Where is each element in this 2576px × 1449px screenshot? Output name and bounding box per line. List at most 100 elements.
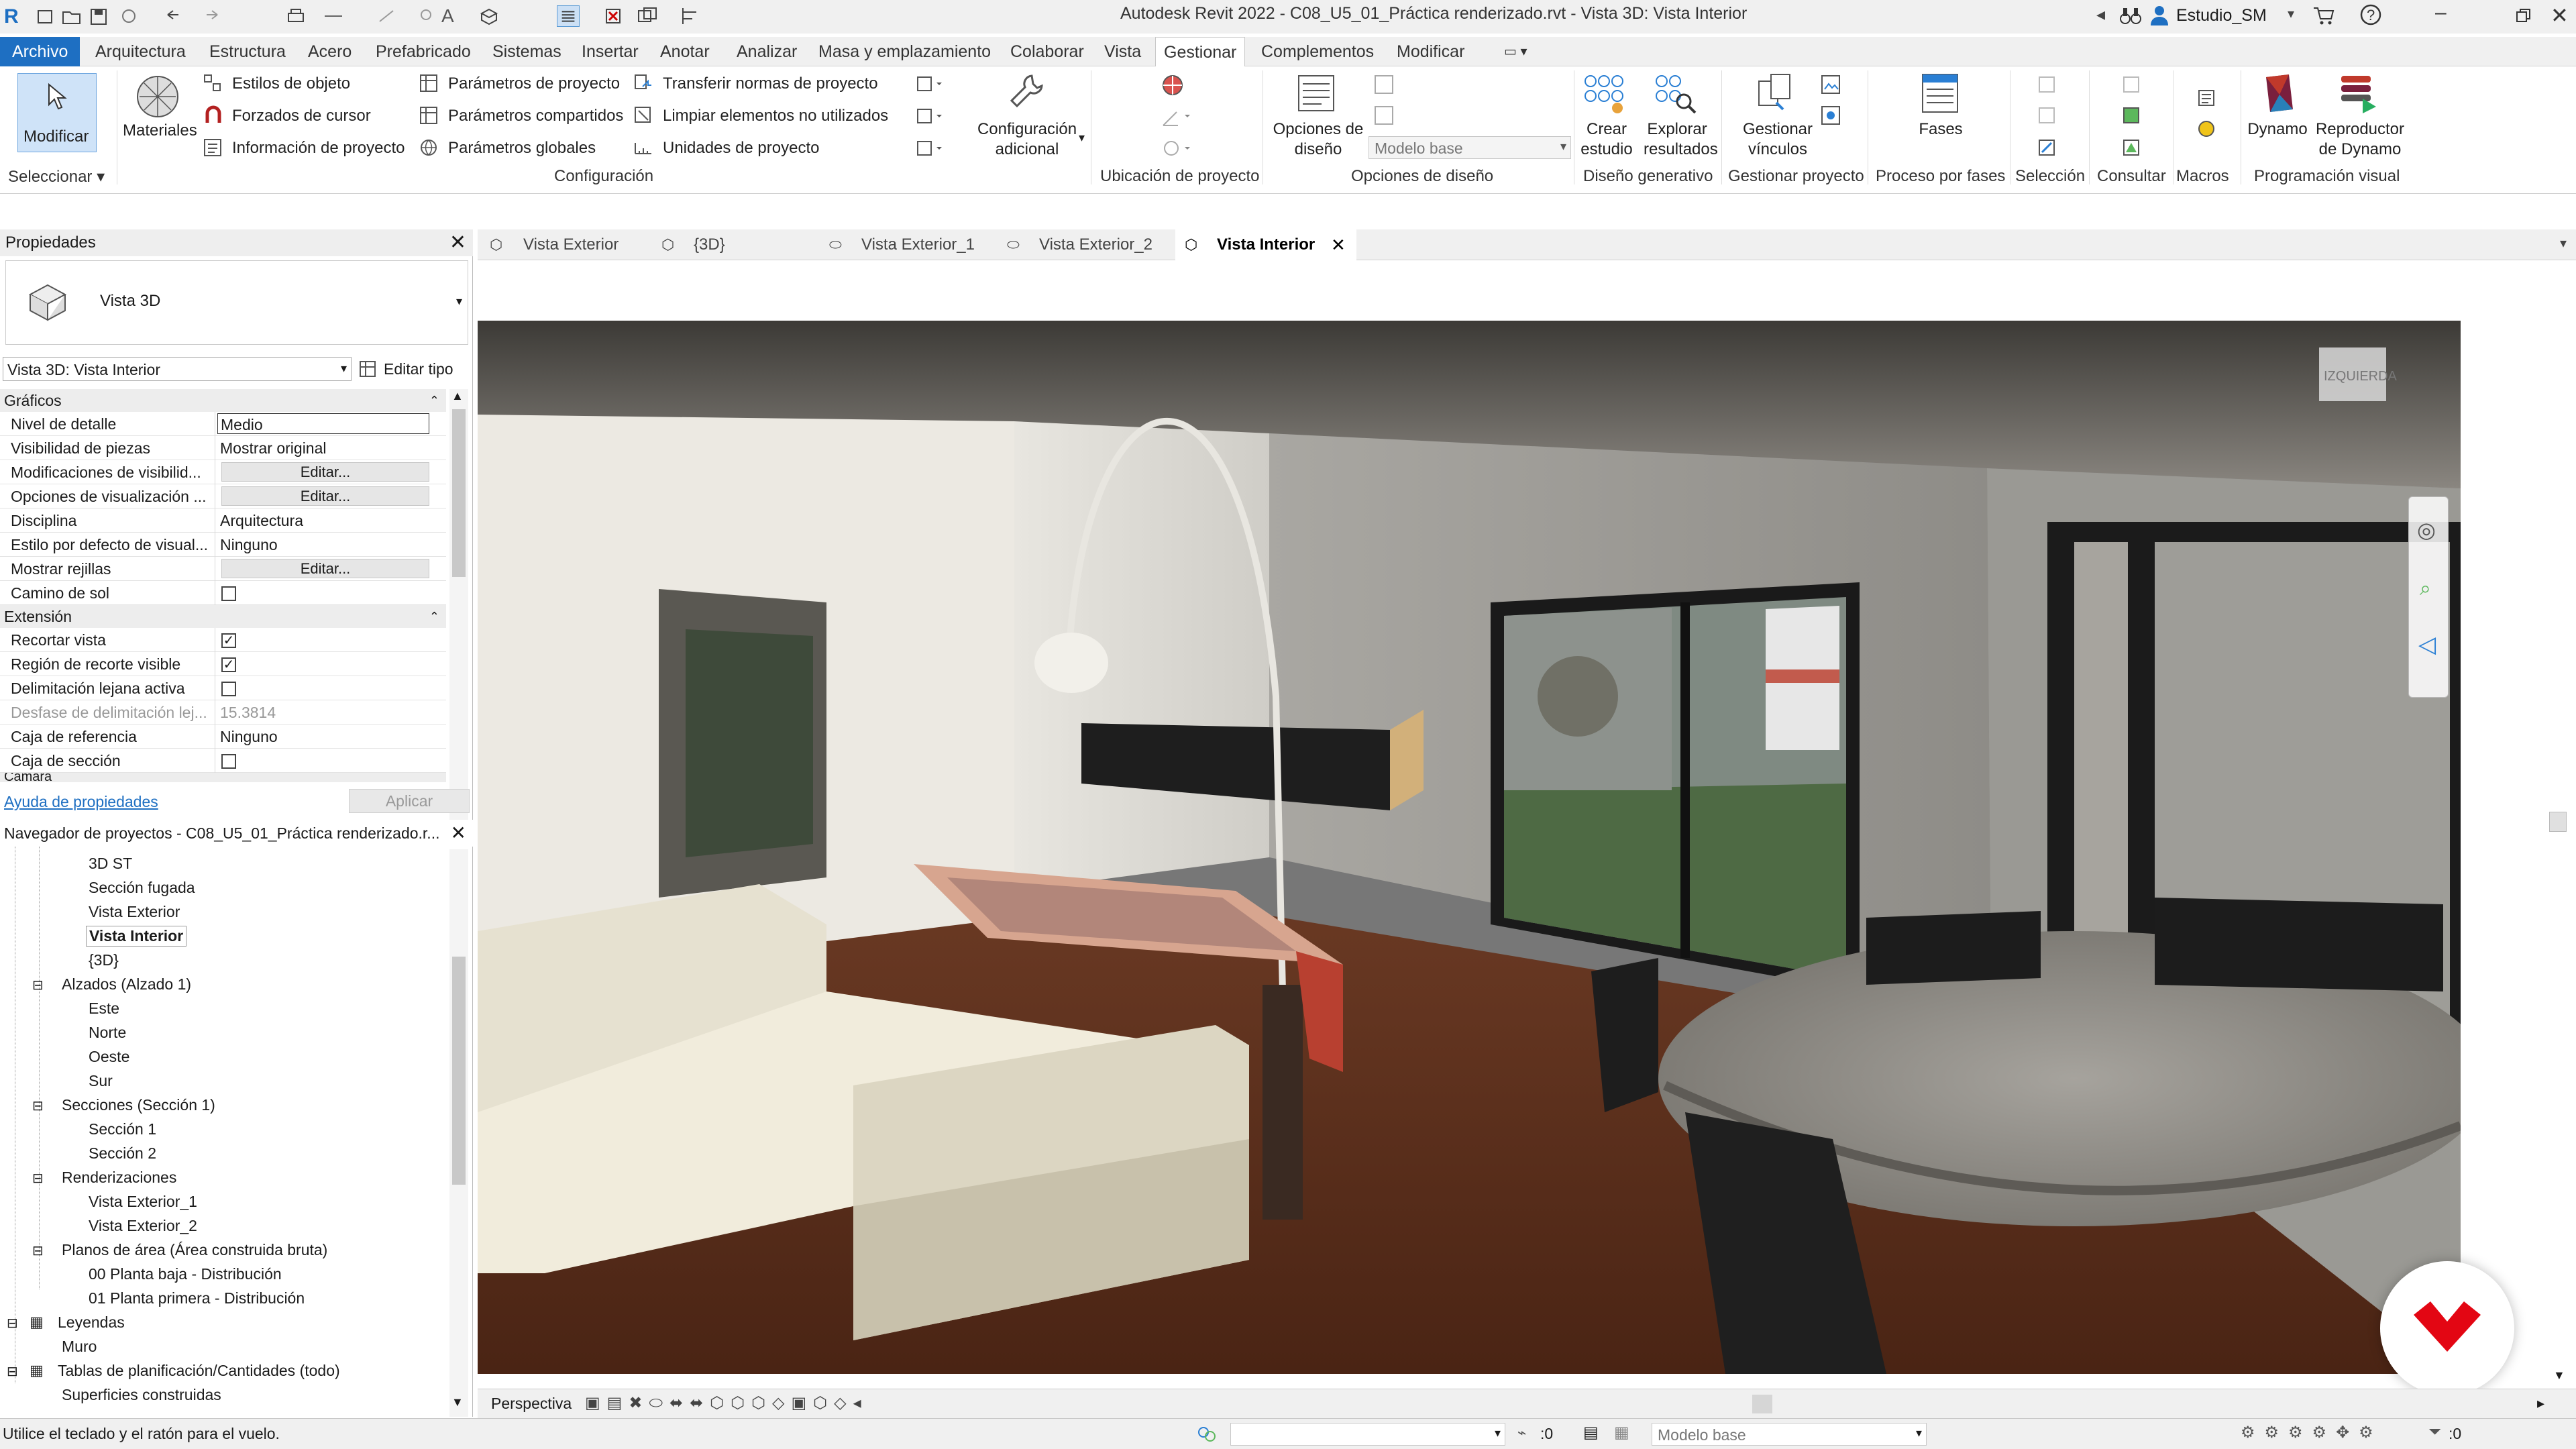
measure-icon[interactable] bbox=[322, 5, 345, 27]
macro-manager-icon[interactable] bbox=[2195, 87, 2218, 109]
section-graphics[interactable]: Gráficos ⌃ bbox=[0, 389, 446, 412]
tab-options-icon[interactable]: ▭ ▾ bbox=[1496, 37, 1536, 66]
thin-lines-icon[interactable] bbox=[557, 5, 580, 27]
user-icon[interactable] bbox=[2149, 4, 2169, 27]
select-by-id-icon[interactable] bbox=[2120, 104, 2143, 127]
tree-root[interactable]: Leyendas bbox=[58, 1313, 125, 1332]
switch-windows-icon[interactable] bbox=[636, 5, 659, 27]
redo-icon[interactable] bbox=[201, 5, 224, 27]
align-icon[interactable] bbox=[679, 5, 702, 27]
section-box-checkbox[interactable] bbox=[221, 754, 236, 769]
project-params-button[interactable]: Parámetros de proyecto bbox=[448, 74, 620, 93]
snaps-button[interactable]: Forzados de cursor bbox=[232, 107, 371, 125]
edit-selection-icon[interactable] bbox=[2035, 136, 2058, 159]
create-study-icon[interactable] bbox=[1580, 72, 1627, 115]
prop-row[interactable]: Región de recorte visible ✓ bbox=[0, 652, 446, 676]
back-arrow-icon[interactable]: ◂ bbox=[2096, 4, 2105, 25]
tree-group[interactable]: Renderizaciones bbox=[62, 1169, 176, 1187]
section-extents[interactable]: Extensión ⌃ bbox=[0, 605, 446, 628]
tab-gestionar[interactable]: Gestionar bbox=[1155, 37, 1246, 66]
collapse-toggle-icon[interactable]: ⊟ bbox=[32, 1170, 44, 1187]
materials-sphere-icon[interactable] bbox=[134, 73, 181, 120]
viewport-scroll-thumb[interactable] bbox=[2549, 812, 2567, 832]
tab-anotar[interactable]: Anotar bbox=[652, 37, 718, 66]
cart-icon[interactable] bbox=[2312, 4, 2336, 27]
user-menu-chevron-icon[interactable]: ▾ bbox=[2288, 5, 2294, 22]
revit-logo-icon[interactable]: R bbox=[4, 5, 27, 28]
tab-modificar[interactable]: Modificar bbox=[1389, 37, 1472, 66]
text-icon[interactable]: A bbox=[441, 5, 464, 27]
fly-mode-icon[interactable]: ◁ bbox=[2418, 631, 2436, 658]
prop-value[interactable]: Arquitectura bbox=[220, 512, 303, 530]
prop-row[interactable]: Disciplina Arquitectura bbox=[0, 508, 446, 533]
3d-viewport[interactable]: IZQUIERDA ◎ ⌕ ◁ bbox=[478, 321, 2461, 1374]
view-tab[interactable]: ⬭ Vista Exterior_2 bbox=[998, 229, 1172, 260]
edit-grids-button[interactable]: Editar... bbox=[221, 559, 429, 578]
edit-vg-button[interactable]: Editar... bbox=[221, 462, 429, 482]
tree-item[interactable]: Vista Exterior_2 bbox=[89, 1217, 197, 1235]
design-options-status-icon[interactable]: ▤ bbox=[1583, 1423, 1599, 1442]
prop-row[interactable]: Mostrar rejillas Editar... bbox=[0, 557, 446, 581]
tab-archivo[interactable]: Archivo bbox=[0, 37, 80, 66]
mep-settings-icon[interactable] bbox=[916, 74, 946, 93]
manage-links-icon[interactable] bbox=[1754, 72, 1796, 115]
design-option-dropdown[interactable]: Modelo base ▾ bbox=[1368, 136, 1571, 159]
prop-value[interactable]: Ninguno bbox=[220, 728, 278, 746]
open-icon[interactable] bbox=[60, 5, 83, 27]
prop-row[interactable]: Caja de referencia Ninguno bbox=[0, 724, 446, 749]
crop-view-checkbox[interactable]: ✓ bbox=[221, 633, 236, 648]
prop-row[interactable]: Recortar vista ✓ bbox=[0, 628, 446, 652]
far-clip-checkbox[interactable] bbox=[221, 682, 236, 696]
tab-estructura[interactable]: Estructura bbox=[201, 37, 294, 66]
tree-item[interactable]: 00 Planta baja - Distribución bbox=[89, 1265, 282, 1283]
tab-vista[interactable]: Vista bbox=[1096, 37, 1149, 66]
tree-group[interactable]: Planos de área (Área construida bruta) bbox=[62, 1241, 327, 1259]
apply-button[interactable]: Aplicar bbox=[349, 789, 470, 813]
prop-row[interactable]: Caja de sección bbox=[0, 749, 446, 773]
filter-icon[interactable]: ⏷ bbox=[2428, 1423, 2441, 1442]
prop-value[interactable]: Ninguno bbox=[220, 536, 278, 554]
position-icon[interactable] bbox=[1161, 136, 1194, 160]
coordinates-icon[interactable] bbox=[1161, 104, 1194, 128]
shared-params-button[interactable]: Parámetros compartidos bbox=[448, 107, 623, 125]
close-tab-icon[interactable]: ✕ bbox=[1331, 229, 1346, 260]
projection-mode[interactable]: Perspectiva bbox=[491, 1395, 572, 1413]
add-to-set-icon[interactable] bbox=[1373, 73, 1395, 96]
browser-scrollbar[interactable]: ▼ bbox=[449, 849, 468, 1417]
restore-icon[interactable] bbox=[2516, 8, 2532, 23]
prop-row[interactable]: Visibilidad de piezas Mostrar original bbox=[0, 436, 446, 460]
tree-item[interactable]: Sección 2 bbox=[89, 1144, 156, 1163]
warnings-icon[interactable] bbox=[2120, 136, 2143, 159]
project-info-button[interactable]: Información de proyecto bbox=[232, 139, 405, 158]
scroll-thumb[interactable] bbox=[452, 409, 466, 577]
structural-settings-icon[interactable] bbox=[916, 107, 946, 125]
scroll-up-icon[interactable]: ▲ bbox=[451, 389, 464, 403]
object-styles-button[interactable]: Estilos de objeto bbox=[232, 74, 350, 93]
tabs-overflow-chevron-icon[interactable]: ▾ bbox=[2560, 235, 2567, 252]
steering-wheel-icon[interactable]: ◎ bbox=[2417, 517, 2436, 543]
print-icon[interactable] bbox=[284, 5, 307, 27]
tree-item-selected[interactable]: Vista Interior bbox=[86, 926, 187, 947]
zoom-icon[interactable]: ⌕ bbox=[2420, 578, 2431, 600]
load-selection-icon[interactable] bbox=[2035, 104, 2058, 127]
minimize-icon[interactable]: – bbox=[2435, 1, 2447, 24]
tab-complementos[interactable]: Complementos bbox=[1253, 37, 1382, 66]
tab-prefabricado[interactable]: Prefabricado bbox=[368, 37, 479, 66]
additional-settings-chevron-icon[interactable]: ▾ bbox=[1079, 131, 1085, 145]
horizontal-scroll-thumb[interactable] bbox=[1752, 1395, 1772, 1413]
tree-group[interactable]: Secciones (Sección 1) bbox=[62, 1096, 215, 1114]
project-units-button[interactable]: Unidades de proyecto bbox=[663, 139, 819, 158]
worksharing-icon[interactable] bbox=[1195, 1424, 1218, 1444]
global-params-button[interactable]: Parámetros globales bbox=[448, 139, 596, 158]
save-selection-icon[interactable] bbox=[2035, 73, 2058, 96]
collapse-toggle-icon[interactable]: ⊟ bbox=[32, 1097, 44, 1114]
prop-row[interactable]: Modificaciones de visibilid... Editar... bbox=[0, 460, 446, 484]
tree-group[interactable]: Alzados (Alzado 1) bbox=[62, 975, 191, 994]
tag-icon[interactable] bbox=[416, 5, 439, 27]
collapse-toggle-icon[interactable]: ⊟ bbox=[32, 977, 44, 994]
viewport-scroll-down-icon[interactable]: ▼ bbox=[2553, 1368, 2565, 1383]
section-camera[interactable]: Cámara bbox=[0, 773, 446, 782]
tab-sistemas[interactable]: Sistemas bbox=[484, 37, 570, 66]
collapse-toggle-icon[interactable]: ⊟ bbox=[32, 1242, 44, 1259]
tree-item[interactable]: Este bbox=[89, 1000, 119, 1018]
